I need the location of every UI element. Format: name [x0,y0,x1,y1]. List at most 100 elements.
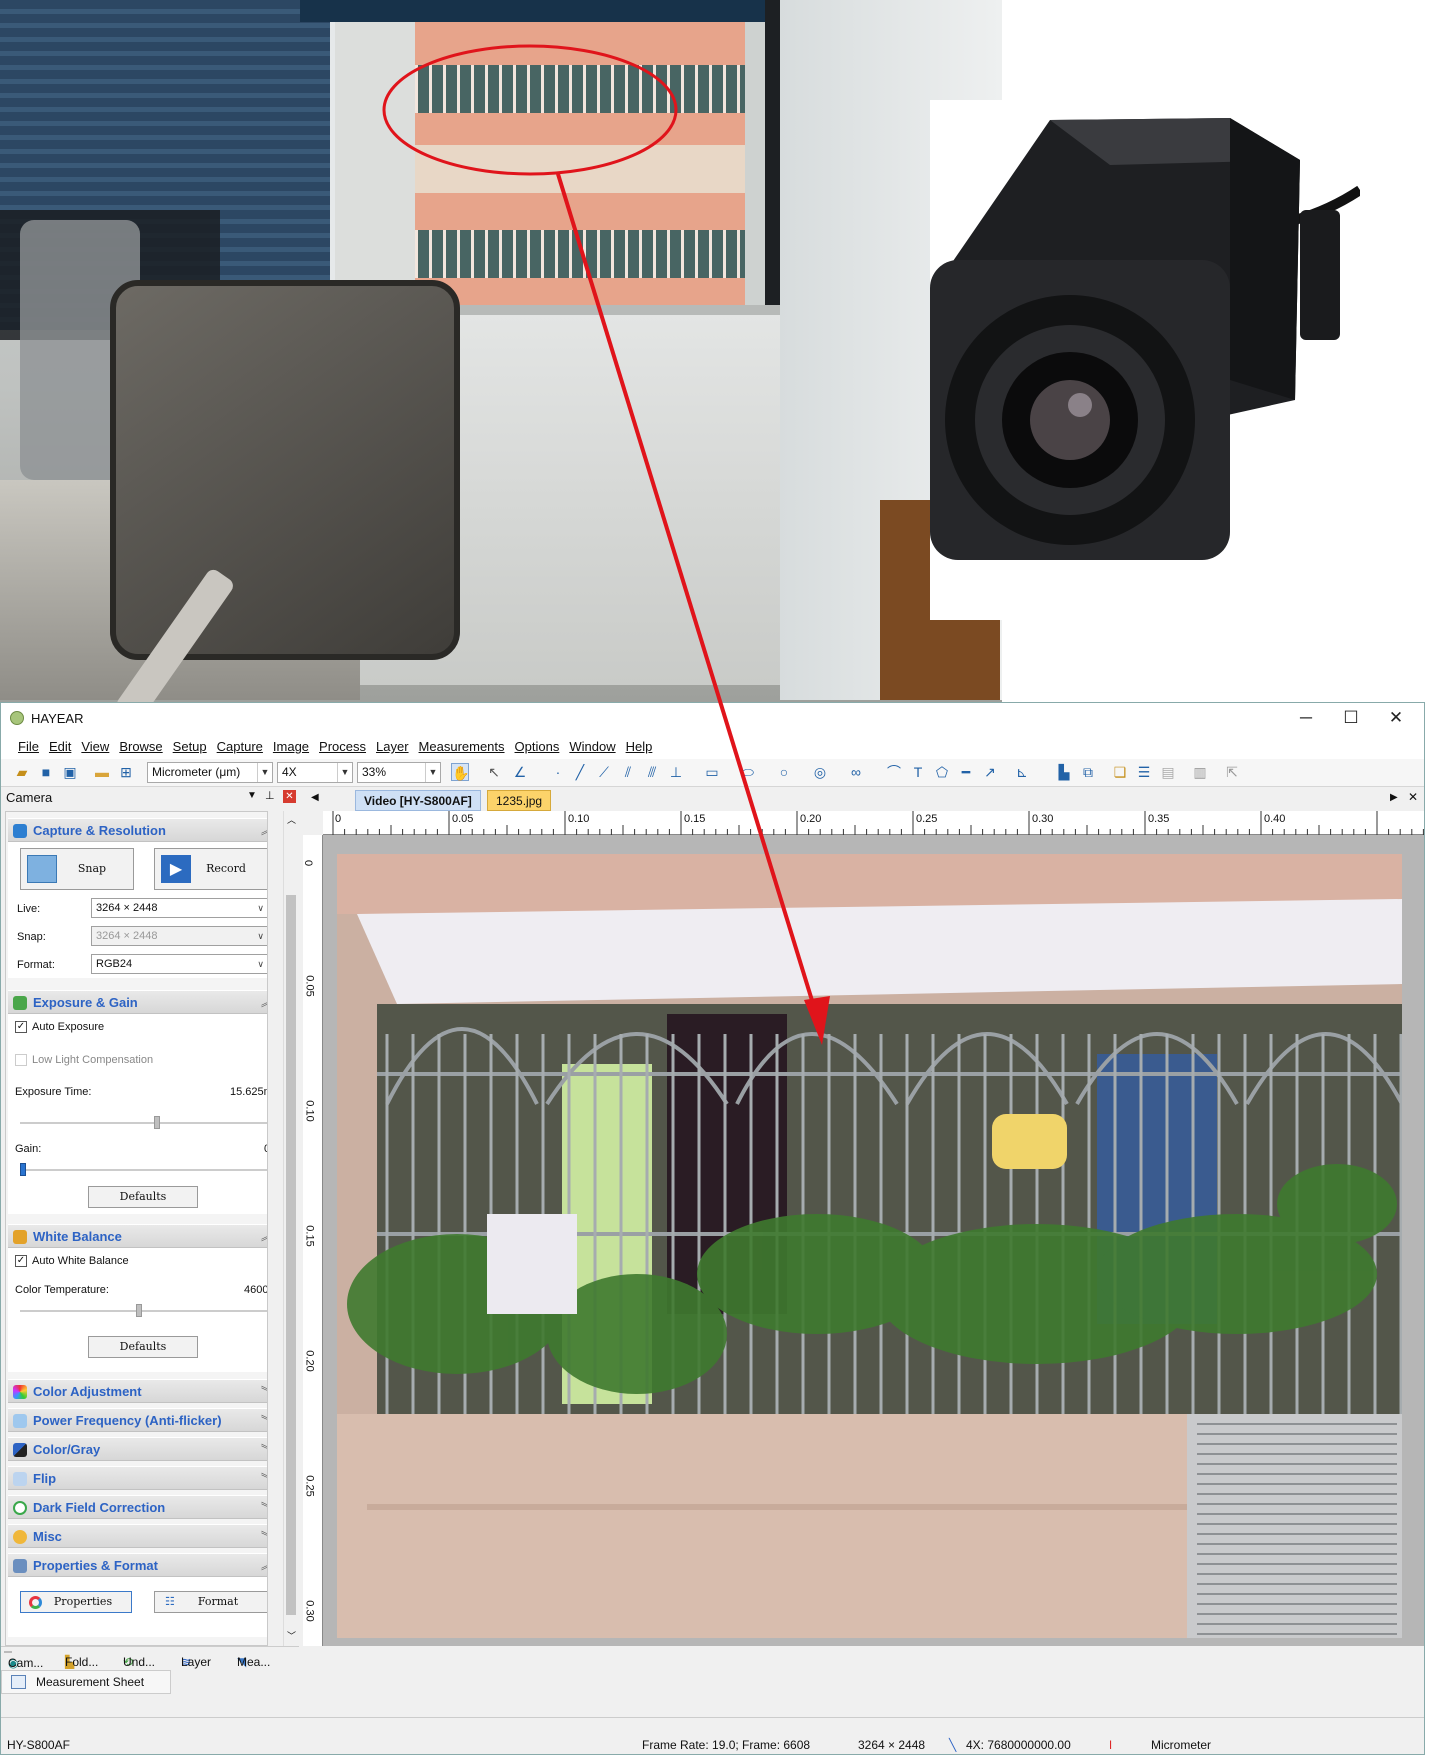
rectangle-icon[interactable]: ▭ [703,763,721,781]
section-color-adjustment[interactable]: Color Adjustment︾ [8,1379,267,1403]
exposure-slider-thumb[interactable] [154,1116,160,1129]
minimize-icon[interactable]: ─ [1286,707,1326,731]
expand-icon[interactable]: ︾ [261,1528,267,1544]
measurement-sheet-tab[interactable]: Measurement Sheet [1,1670,171,1694]
hand-tool-icon[interactable]: ✋ [451,763,469,781]
delete-icon[interactable]: ▤ [1159,763,1177,781]
panel-close-icon[interactable]: ✕ [283,790,296,803]
section-capture[interactable]: Capture & Resolution ︽ [8,818,267,842]
color-temp-slider-track[interactable] [20,1310,267,1312]
section-misc[interactable]: Misc︾ [8,1524,267,1548]
tab-video[interactable]: Video [HY-S800AF] [355,790,481,811]
collapse-icon[interactable]: ︽ [261,994,267,1010]
menu-edit[interactable]: Edit [49,735,71,759]
exposure-slider-track[interactable] [20,1122,267,1124]
polyline-icon[interactable]: ⟋ [595,763,613,781]
zoom-select[interactable]: 33% ▼ [357,762,441,783]
tab-scroll-right-icon[interactable]: ▶ [1390,792,1398,803]
menu-browse[interactable]: Browse [119,735,162,759]
format-select[interactable]: RGB24 ∨ [91,954,267,974]
perpendicular-icon[interactable]: ⊥ [667,763,685,781]
menu-window[interactable]: Window [569,735,615,759]
live-resolution-select[interactable]: 3264 × 2448 ∨ [91,898,267,918]
properties-button[interactable]: Properties [20,1591,132,1613]
circle-icon[interactable]: ○ [775,763,793,781]
menu-capture[interactable]: Capture [217,735,263,759]
angle-icon[interactable]: ∠ [511,763,529,781]
hatch-icon[interactable]: ⫻ [643,763,661,781]
panel-scrollbar[interactable]: ︿ ﹀ [283,811,299,1646]
collapse-icon[interactable]: ︽ [261,1557,267,1573]
auto-white-balance-checkbox[interactable]: ✓ [15,1255,27,1267]
folder-icon[interactable]: ▬ [93,763,111,781]
line-icon[interactable]: ╱ [571,763,589,781]
align-icon[interactable]: ☰ [1135,763,1153,781]
expand-icon[interactable]: ︾ [261,1499,267,1515]
collapse-icon[interactable]: ︽ [261,822,267,838]
sheet-icon[interactable]: ▥ [1191,763,1209,781]
section-power-frequency[interactable]: Power Frequency (Anti-flicker)︾ [8,1408,267,1432]
unit-select[interactable]: Micrometer (μm) ▼ [147,762,273,783]
menu-process[interactable]: Process [319,735,366,759]
text-icon[interactable]: T [909,763,927,781]
format-button[interactable]: ☷ Format [154,1591,267,1613]
expand-icon[interactable]: ︾ [261,1412,267,1428]
maximize-icon[interactable]: ☐ [1331,707,1371,731]
menu-help[interactable]: Help [626,735,653,759]
concentric-icon[interactable]: ◎ [811,763,829,781]
chart-icon[interactable]: ▙ [1055,763,1073,781]
section-flip[interactable]: Flip︾ [8,1466,267,1490]
layers-icon[interactable]: ❏ [1111,763,1129,781]
gain-slider-track[interactable] [20,1169,267,1171]
gain-slider-thumb[interactable] [20,1163,26,1176]
save-icon[interactable]: ■ [37,763,55,781]
export-icon[interactable]: ⧉ [1079,763,1097,781]
ellipse-icon[interactable]: ⬭ [739,763,757,781]
arrow-icon[interactable]: ↗ [981,763,999,781]
calibrate-icon[interactable]: ⊾ [1013,763,1031,781]
share-icon[interactable]: ⇱ [1223,763,1241,781]
arc-icon[interactable]: ⌒ [885,763,903,781]
section-properties-format[interactable]: Properties & Format︽ [8,1553,267,1577]
section-exposure[interactable]: Exposure & Gain ︽ [8,990,267,1014]
tab-scroll-left-icon[interactable]: ◀ [311,792,319,803]
parallel-icon[interactable]: ⫽ [619,763,637,781]
section-dark-field[interactable]: Dark Field Correction︾ [8,1495,267,1519]
scroll-thumb[interactable] [286,895,296,1615]
snap-button[interactable]: Snap [20,848,134,890]
record-button[interactable]: ▶ Record [154,848,267,890]
pointer-icon[interactable]: ↖ [485,763,503,781]
expand-icon[interactable]: ︾ [261,1470,267,1486]
wb-defaults-button[interactable]: Defaults [88,1336,198,1358]
expand-icon[interactable]: ︾ [261,1383,267,1399]
menu-layer[interactable]: Layer [376,735,409,759]
magnification-select[interactable]: 4X ▼ [277,762,353,783]
exposure-defaults-button[interactable]: Defaults [88,1186,198,1208]
menu-options[interactable]: Options [515,735,560,759]
save-all-icon[interactable]: ▣ [61,763,79,781]
image-canvas[interactable] [323,835,1424,1646]
grid-icon[interactable]: ⊞ [117,763,135,781]
menu-setup[interactable]: Setup [173,735,207,759]
expand-icon[interactable]: ︾ [261,1441,267,1457]
close-icon[interactable]: ✕ [1376,707,1416,731]
collapse-icon[interactable]: ︽ [261,1228,267,1244]
pin-icon[interactable]: ⊥ [265,789,275,802]
link-icon[interactable]: ∞ [847,763,865,781]
polygon-icon[interactable]: ⬠ [933,763,951,781]
open-icon[interactable]: ▰ [13,763,31,781]
menu-view[interactable]: View [81,735,109,759]
close-document-icon[interactable]: ✕ [1408,790,1418,804]
tab-1235-jpg[interactable]: 1235.jpg [487,790,552,811]
color-temp-slider-thumb[interactable] [136,1304,142,1317]
tab-camera[interactable]: ◉ Cam... [4,1651,43,1670]
point-icon[interactable]: · [549,763,567,781]
panel-menu-icon[interactable]: ▼ [247,790,257,801]
section-white-balance[interactable]: White Balance ︽ [8,1224,267,1248]
section-color-gray[interactable]: Color/Gray︾ [8,1437,267,1461]
auto-exposure-checkbox[interactable]: ✓ [15,1021,27,1033]
menu-image[interactable]: Image [273,735,309,759]
menu-measurements[interactable]: Measurements [419,735,505,759]
menu-file[interactable]: File [18,735,39,759]
scalebar-icon[interactable]: ━ [957,763,975,781]
